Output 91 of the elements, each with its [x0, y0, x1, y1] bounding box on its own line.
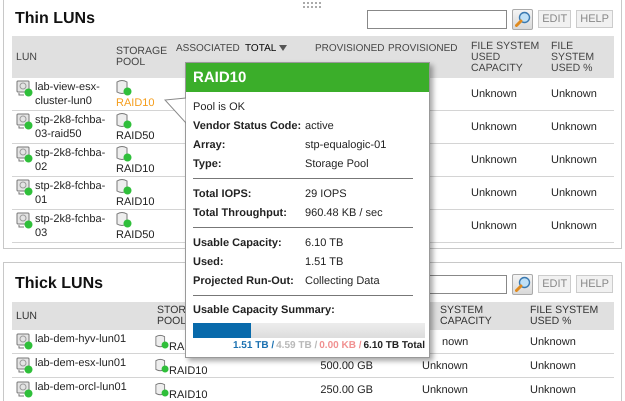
- column-header[interactable]: CAPACITY: [440, 316, 522, 327]
- disk-icon: [16, 179, 33, 196]
- field-value: 29 IOPS: [305, 187, 347, 202]
- field-label: Used:: [193, 255, 225, 270]
- storage-pool-icon: [155, 357, 169, 374]
- column-header[interactable]: FILE: [551, 40, 612, 52]
- field-value: 1.51 TB: [305, 255, 344, 270]
- column-header[interactable]: USED: [471, 52, 545, 62]
- field-label: Total IOPS:: [193, 187, 252, 202]
- table-cell: Unknown: [471, 121, 517, 133]
- table-cell: 250.00 GB: [320, 384, 373, 396]
- lun-name[interactable]: lab-dem-hyv-lun01: [35, 333, 126, 345]
- field-label: Vendor Status Code:: [193, 119, 302, 134]
- popup-title: RAID10: [186, 63, 429, 92]
- search-button[interactable]: [512, 8, 534, 30]
- pool-link[interactable]: RAID10: [116, 196, 155, 208]
- search-button[interactable]: [512, 274, 534, 294]
- disk-icon: [16, 381, 33, 398]
- column-header[interactable]: STORAGE: [116, 46, 170, 57]
- table-cell: Unknown: [530, 336, 576, 348]
- lun-name[interactable]: stp-2k8-fchba-01: [35, 179, 108, 207]
- field-label: Projected Run-Out:: [193, 274, 295, 289]
- pool-link[interactable]: RAID10: [116, 162, 155, 174]
- storage-pool-icon: [116, 112, 132, 128]
- field-value: stp-equalogic-01: [305, 138, 386, 153]
- table-cell: Unknown: [422, 384, 468, 396]
- disk-icon: [16, 80, 33, 97]
- storage-pool-icon: [155, 381, 169, 398]
- pool-link[interactable]: RAID50: [116, 228, 155, 240]
- field-label: Array:: [193, 138, 226, 153]
- status-text: Pool is OK: [193, 100, 246, 115]
- column-header[interactable]: SYSTEM: [551, 52, 612, 62]
- storage-pool-icon: [116, 210, 132, 228]
- disk-icon: [16, 212, 33, 229]
- panel-title: Thick LUNs: [15, 274, 104, 293]
- table-cell: Unknown: [530, 384, 576, 396]
- table-cell: 500.00 GB: [320, 360, 373, 372]
- capacity-value: 1.51 TB /: [232, 340, 274, 351]
- sort-caret-icon: [279, 45, 288, 51]
- pool-link[interactable]: RAID10: [169, 389, 208, 401]
- field-value: Collecting Data: [305, 274, 380, 289]
- lun-name[interactable]: lab-dem-esx-lun01: [35, 357, 126, 369]
- storage-pool-icon: [116, 78, 132, 96]
- table-cell: Unknown: [471, 187, 517, 199]
- panel-title: Thin LUNs: [15, 9, 95, 28]
- search-field[interactable]: [367, 10, 508, 28]
- pool-link[interactable]: RAID50: [116, 130, 155, 142]
- table-cell: Unknown: [422, 360, 468, 372]
- column-header[interactable]: FILE SYSTEM: [530, 305, 610, 316]
- pool-link[interactable]: RAID10: [169, 365, 208, 377]
- field-label: Usable Capacity:: [193, 236, 283, 251]
- field-value: Storage Pool: [305, 157, 369, 172]
- lun-name[interactable]: lab-view-esx-cluster-lun0: [35, 80, 108, 108]
- table-cell: Unknown: [551, 187, 597, 199]
- disk-icon: [16, 333, 33, 350]
- field-value: 6.10 TB: [305, 236, 344, 251]
- field-value: active: [305, 119, 334, 134]
- summary-label: Usable Capacity Summary:: [193, 303, 336, 318]
- field-label: Total Throughput:: [193, 206, 288, 221]
- table-cell: nown: [442, 336, 468, 348]
- column-header[interactable]: SYSTEM: [440, 305, 522, 316]
- column-header[interactable]: USED %: [530, 316, 610, 327]
- pool-link[interactable]: RA: [169, 341, 184, 353]
- storage-pool-icon: [116, 178, 132, 194]
- table-cell: Unknown: [551, 88, 597, 100]
- capacity-value: 0.00 KB /: [319, 340, 362, 351]
- storage-pool-icon: [116, 144, 132, 162]
- disk-icon: [16, 146, 33, 163]
- column-header[interactable]: CAPACITY: [471, 62, 545, 74]
- table-cell: Unknown: [471, 88, 517, 100]
- grip-icon[interactable]: [303, 2, 321, 8]
- column-header[interactable]: POOL: [116, 57, 170, 68]
- lun-name[interactable]: stp-2k8-fchba-03-raid50: [35, 113, 108, 141]
- disk-icon: [16, 357, 33, 374]
- field-label: Type:: [193, 157, 223, 172]
- lun-name[interactable]: stp-2k8-fchba-02: [35, 146, 108, 174]
- table-cell: Unknown: [471, 154, 517, 166]
- lun-name[interactable]: lab-dem-orcl-lun01: [35, 381, 127, 393]
- table-cell: Unknown: [551, 220, 597, 232]
- column-header[interactable]: USED %: [551, 62, 612, 74]
- table-cell: Unknown: [551, 154, 597, 166]
- column-header[interactable]: FILE SYSTEM: [471, 40, 545, 52]
- field-value: 960.48 KB / sec: [305, 206, 383, 221]
- table-cell: Unknown: [551, 121, 597, 133]
- storage-pool-icon: [155, 333, 169, 350]
- capacity-value: 6.10 TB Total: [364, 340, 425, 351]
- table-cell: Unknown: [471, 220, 517, 232]
- capacity-value: 4.59 TB /: [276, 340, 318, 351]
- disk-icon: [16, 113, 33, 130]
- table-cell: Unknown: [530, 360, 576, 372]
- lun-name[interactable]: stp-2k8-fchba-03: [35, 212, 108, 240]
